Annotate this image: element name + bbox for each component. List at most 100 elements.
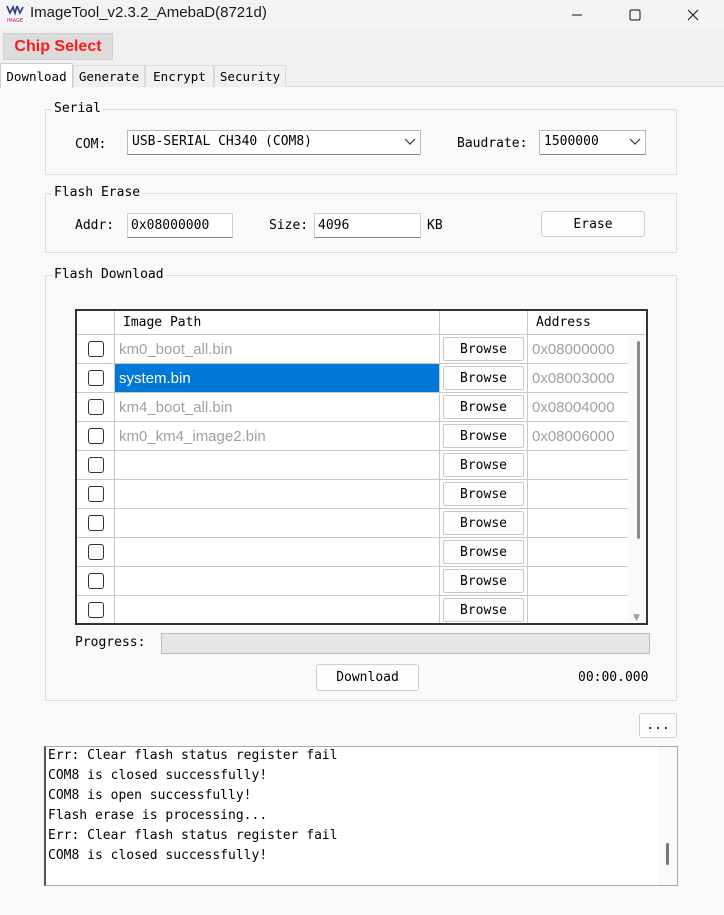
row-checkbox[interactable] bbox=[88, 602, 104, 618]
row-checkbox[interactable] bbox=[88, 399, 104, 415]
log-lines: Err: Clear flash status register fail COM… bbox=[48, 747, 338, 866]
header-check bbox=[77, 311, 115, 335]
image-path-cell[interactable]: km4_boot_all.bin bbox=[115, 393, 440, 421]
chevron-down-icon bbox=[629, 135, 641, 151]
row-checkbox[interactable] bbox=[88, 370, 104, 386]
table-row[interactable]: km4_boot_all.bin Browse 0x08004000 bbox=[77, 393, 628, 422]
erase-size-input[interactable]: 4096 bbox=[314, 213, 421, 238]
address-cell[interactable] bbox=[528, 567, 628, 595]
address-cell[interactable] bbox=[528, 538, 628, 566]
browse-button[interactable]: Browse bbox=[443, 337, 524, 361]
row-checkbox[interactable] bbox=[88, 428, 104, 444]
image-path-cell[interactable] bbox=[115, 596, 440, 623]
log-line: Err: Clear flash status register fail bbox=[48, 748, 338, 763]
row-check-cell bbox=[77, 364, 115, 392]
browse-cell: Browse bbox=[440, 480, 528, 508]
browse-button[interactable]: Browse bbox=[443, 511, 524, 535]
image-path-cell[interactable] bbox=[115, 480, 440, 508]
table-row[interactable]: km0_km4_image2.bin Browse 0x08006000 bbox=[77, 422, 628, 451]
tab-generate[interactable]: Generate bbox=[73, 65, 145, 87]
address-cell[interactable] bbox=[528, 509, 628, 537]
baudrate-select[interactable]: 1500000 bbox=[539, 130, 646, 155]
row-checkbox[interactable] bbox=[88, 515, 104, 531]
row-check-cell bbox=[77, 422, 115, 450]
table-row[interactable]: Browse bbox=[77, 480, 628, 509]
row-checkbox[interactable] bbox=[88, 544, 104, 560]
table-row[interactable]: system.bin Browse 0x08003000 bbox=[77, 364, 628, 393]
address-cell[interactable]: 0x08000000 bbox=[528, 335, 628, 363]
table-row[interactable]: Browse bbox=[77, 538, 628, 567]
row-checkbox[interactable] bbox=[88, 486, 104, 502]
address-cell[interactable] bbox=[528, 596, 628, 623]
table-header: Image Path Address bbox=[77, 311, 646, 335]
table-row[interactable]: Browse bbox=[77, 509, 628, 538]
row-checkbox[interactable] bbox=[88, 457, 104, 473]
address-cell[interactable]: 0x08006000 bbox=[528, 422, 628, 450]
close-button[interactable] bbox=[670, 0, 716, 30]
address-cell[interactable]: 0x08003000 bbox=[528, 364, 628, 392]
table-scrollbar-thumb[interactable] bbox=[637, 341, 640, 539]
row-check-cell bbox=[77, 596, 115, 623]
close-icon bbox=[687, 9, 699, 21]
baudrate-value: 1500000 bbox=[544, 134, 599, 149]
row-checkbox[interactable] bbox=[88, 573, 104, 589]
browse-cell: Browse bbox=[440, 335, 528, 363]
header-image-path: Image Path bbox=[115, 311, 440, 335]
image-path-cell[interactable] bbox=[115, 567, 440, 595]
browse-cell: Browse bbox=[440, 596, 528, 623]
address-cell[interactable] bbox=[528, 480, 628, 508]
table-row[interactable]: km0_boot_all.bin Browse 0x08000000 bbox=[77, 335, 628, 364]
chip-select-button[interactable]: Chip Select bbox=[3, 33, 113, 60]
chevron-down-icon bbox=[404, 135, 416, 151]
tab-download[interactable]: Download bbox=[0, 63, 73, 88]
minimize-icon bbox=[572, 14, 582, 16]
browse-button[interactable]: Browse bbox=[443, 366, 524, 390]
download-button[interactable]: Download bbox=[316, 664, 419, 691]
tab-security[interactable]: Security bbox=[214, 65, 286, 87]
baudrate-label: Baudrate: bbox=[457, 136, 528, 151]
table-row[interactable]: Browse bbox=[77, 451, 628, 480]
row-check-cell bbox=[77, 335, 115, 363]
log-line: COM8 is closed successfully! bbox=[48, 768, 268, 783]
size-unit-label: KB bbox=[427, 218, 443, 233]
row-checkbox[interactable] bbox=[88, 341, 104, 357]
image-path-cell[interactable] bbox=[115, 451, 440, 479]
log-output[interactable]: Err: Clear flash status register fail COM… bbox=[44, 746, 678, 886]
scroll-down-arrow-icon[interactable]: ▼ bbox=[633, 613, 640, 623]
com-port-select[interactable]: USB-SERIAL CH340 (COM8) bbox=[127, 130, 421, 155]
size-label: Size: bbox=[269, 218, 309, 233]
table-scrollbar[interactable]: ▼ bbox=[628, 335, 646, 623]
more-options-button[interactable]: ... bbox=[639, 713, 677, 738]
log-scrollbar[interactable] bbox=[658, 747, 677, 885]
browse-button[interactable]: Browse bbox=[443, 395, 524, 419]
flash-erase-group-label: Flash Erase bbox=[52, 185, 143, 200]
browse-button[interactable]: Browse bbox=[443, 482, 524, 506]
image-path-cell[interactable] bbox=[115, 509, 440, 537]
browse-button[interactable]: Browse bbox=[443, 453, 524, 477]
browse-button[interactable]: Browse bbox=[443, 598, 524, 622]
erase-button[interactable]: Erase bbox=[541, 211, 645, 237]
browse-button[interactable]: Browse bbox=[443, 424, 524, 448]
minimize-button[interactable] bbox=[554, 0, 600, 30]
erase-address-input[interactable]: 0x08000000 bbox=[127, 213, 233, 238]
log-line: Err: Clear flash status register fail bbox=[48, 828, 338, 843]
image-path-cell[interactable] bbox=[115, 538, 440, 566]
tab-encrypt[interactable]: Encrypt bbox=[145, 65, 214, 87]
image-table[interactable]: Image Path Address km0_boot_all.bin Brows… bbox=[75, 309, 648, 625]
log-scrollbar-thumb[interactable] bbox=[666, 843, 669, 865]
table-row[interactable]: Browse bbox=[77, 567, 628, 596]
image-path-cell[interactable]: system.bin bbox=[115, 364, 440, 392]
maximize-icon bbox=[629, 9, 641, 21]
window-title: ImageTool_v2.3.2_AmebaD(8721d) bbox=[30, 4, 267, 21]
table-row[interactable]: Browse bbox=[77, 596, 628, 623]
address-cell[interactable] bbox=[528, 451, 628, 479]
address-cell[interactable]: 0x08004000 bbox=[528, 393, 628, 421]
browse-button[interactable]: Browse bbox=[443, 569, 524, 593]
browse-cell: Browse bbox=[440, 509, 528, 537]
title-bar: IMAGE ImageTool_v2.3.2_AmebaD(8721d) bbox=[0, 0, 724, 30]
browse-button[interactable]: Browse bbox=[443, 540, 524, 564]
image-path-cell[interactable]: km0_km4_image2.bin bbox=[115, 422, 440, 450]
serial-group-label: Serial bbox=[52, 101, 103, 116]
image-path-cell[interactable]: km0_boot_all.bin bbox=[115, 335, 440, 363]
maximize-button[interactable] bbox=[612, 0, 658, 30]
